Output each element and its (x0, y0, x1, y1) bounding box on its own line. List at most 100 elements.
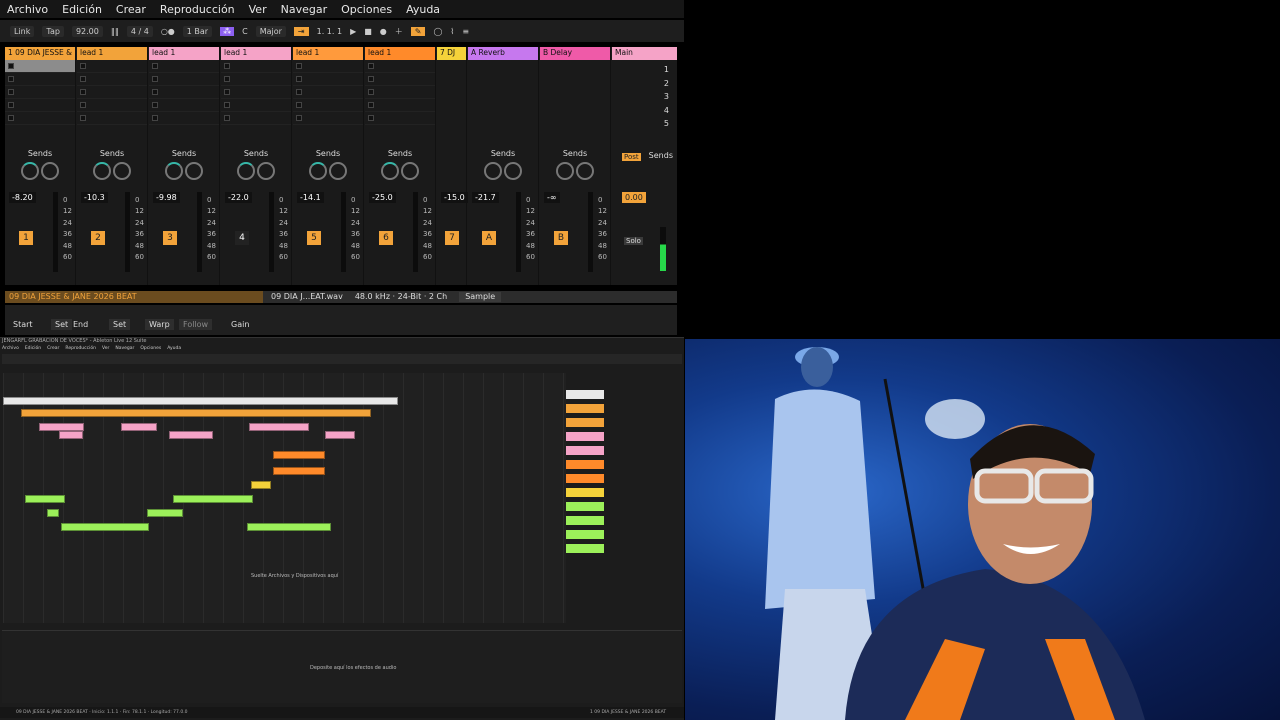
scene-number[interactable]: 2 (664, 77, 669, 91)
menu-edicion[interactable]: Edición (55, 3, 109, 16)
send-a-knob[interactable] (92, 162, 111, 180)
clip-slot[interactable] (293, 86, 363, 99)
menu-item[interactable]: Archivo (2, 346, 19, 351)
menu-item[interactable]: Edición (25, 346, 41, 351)
arrangement-grid[interactable]: Suelte Archivos y Dispositivos aquí (3, 373, 566, 623)
send-a-knob[interactable] (555, 162, 574, 180)
scene-number[interactable]: 4 (664, 104, 669, 118)
clip-slot[interactable] (77, 99, 147, 112)
track-title[interactable]: 7 DJ (437, 47, 466, 60)
track-activator[interactable]: A (482, 231, 496, 245)
track-header[interactable] (566, 530, 604, 539)
track-activator[interactable]: 7 (445, 231, 459, 245)
sample-tab[interactable]: Sample (459, 292, 502, 302)
track-title[interactable]: lead 1 (365, 47, 435, 60)
scale-select[interactable]: Major (255, 25, 286, 37)
audio-clip[interactable] (249, 423, 309, 431)
follow-button[interactable]: Follow (179, 319, 213, 330)
track-activator[interactable]: 5 (307, 231, 321, 245)
clip-slot[interactable] (77, 86, 147, 99)
scene-number[interactable]: 3 (664, 90, 669, 104)
audio-clip[interactable] (59, 431, 83, 439)
clip-slot[interactable] (293, 99, 363, 112)
clip-slot[interactable] (149, 73, 219, 86)
track-strip[interactable]: 1 09 DIA JESSE & Sends -8.20 1 0 12 24 36 48… (5, 47, 76, 285)
track-header[interactable] (566, 502, 604, 511)
track-activator[interactable]: 6 (379, 231, 393, 245)
signature-field[interactable]: 4 / 4 (126, 25, 153, 37)
track-header[interactable] (566, 404, 604, 413)
punch-icon[interactable]: ⌇ (450, 27, 454, 36)
clip-slot[interactable] (5, 73, 75, 86)
track-strip[interactable]: lead 1 Sends -22.0 4 0 12 24 36 48 60 (221, 47, 292, 285)
track-title[interactable]: lead 1 (77, 47, 147, 60)
menu-item[interactable]: Opciones (140, 346, 161, 351)
return-track-strip[interactable]: B Delay Sends -∞ B 0 12 24 36 48 60 (540, 47, 611, 285)
menu-navegar[interactable]: Navegar (274, 3, 335, 16)
menu-archivo[interactable]: Archivo (0, 3, 55, 16)
track-activator[interactable]: 3 (163, 231, 177, 245)
track-strip[interactable]: lead 1 Sends -25.0 6 0 12 24 36 48 60 (365, 47, 436, 285)
track-header[interactable] (566, 446, 604, 455)
key-select[interactable]: C (242, 27, 248, 36)
main-track-strip[interactable]: Main 1 2 3 4 5 Sends Post 0.00 Solo (612, 47, 677, 285)
tempo-field[interactable]: 92.00 (71, 25, 103, 37)
track-title[interactable]: Main (612, 47, 677, 60)
clip-slot[interactable] (77, 60, 147, 73)
clip-slot[interactable] (77, 73, 147, 86)
clip-slot[interactable] (77, 112, 147, 125)
menu-item[interactable]: Ver (102, 346, 109, 351)
audio-clip[interactable] (25, 495, 65, 503)
play-icon[interactable]: ▶ (350, 27, 356, 36)
clip-slot[interactable] (293, 73, 363, 86)
audio-clip[interactable] (61, 523, 149, 531)
track-title[interactable]: 1 09 DIA JESSE & (5, 47, 75, 60)
scene-number[interactable]: 5 (664, 117, 669, 131)
send-b-knob[interactable] (41, 162, 60, 180)
send-a-knob[interactable] (380, 162, 399, 180)
device-drop-zone[interactable]: Deposite aquí los efectos de audio (2, 630, 682, 703)
clip-slot[interactable] (221, 112, 291, 125)
menu-opciones[interactable]: Opciones (334, 3, 399, 16)
clip-slot[interactable] (221, 86, 291, 99)
clip-slot[interactable] (149, 86, 219, 99)
audio-clip[interactable] (47, 509, 59, 517)
track-title[interactable]: B Delay (540, 47, 610, 60)
send-a-knob[interactable] (20, 162, 39, 180)
track-activator[interactable]: B (554, 231, 568, 245)
track-activator[interactable]: 1 (19, 231, 33, 245)
metronome-icon[interactable]: ‖‖ (111, 27, 119, 36)
volume-field[interactable]: -∞ (544, 192, 560, 203)
link-button[interactable]: Link (10, 25, 35, 37)
clip-slot[interactable] (149, 112, 219, 125)
track-header[interactable] (566, 474, 604, 483)
track-title[interactable]: lead 1 (149, 47, 219, 60)
clip-slot[interactable] (5, 99, 75, 112)
clip-slot[interactable] (365, 73, 435, 86)
track-title[interactable]: lead 1 (293, 47, 363, 60)
menu-crear[interactable]: Crear (109, 3, 153, 16)
menu-ver[interactable]: Ver (242, 3, 274, 16)
clip-slot[interactable] (293, 60, 363, 73)
clip-slot[interactable] (5, 86, 75, 99)
solo-button[interactable]: Solo (624, 237, 643, 245)
menu-item[interactable]: Reproducción (65, 346, 96, 351)
send-a-knob[interactable] (308, 162, 327, 180)
menu-item[interactable]: Crear (47, 346, 59, 351)
audio-clip[interactable] (121, 423, 157, 431)
post-button[interactable]: Post (622, 153, 641, 161)
menu-reproduccion[interactable]: Reproducción (153, 3, 242, 16)
audio-clip[interactable] (251, 481, 271, 489)
audio-clip[interactable] (21, 409, 371, 417)
volume-field[interactable]: -8.20 (9, 192, 36, 203)
track-header[interactable] (566, 460, 604, 469)
track-title[interactable]: lead 1 (221, 47, 291, 60)
volume-field[interactable]: 0.00 (622, 192, 646, 203)
menu-item[interactable]: Ayuda (167, 346, 181, 351)
track-header[interactable] (566, 516, 604, 525)
send-b-knob[interactable] (504, 162, 523, 180)
audio-clip[interactable] (273, 467, 325, 475)
clip-slot[interactable] (149, 99, 219, 112)
volume-field[interactable]: -22.0 (225, 192, 252, 203)
arrangement-record-icon[interactable]: ⇥ (293, 26, 309, 36)
